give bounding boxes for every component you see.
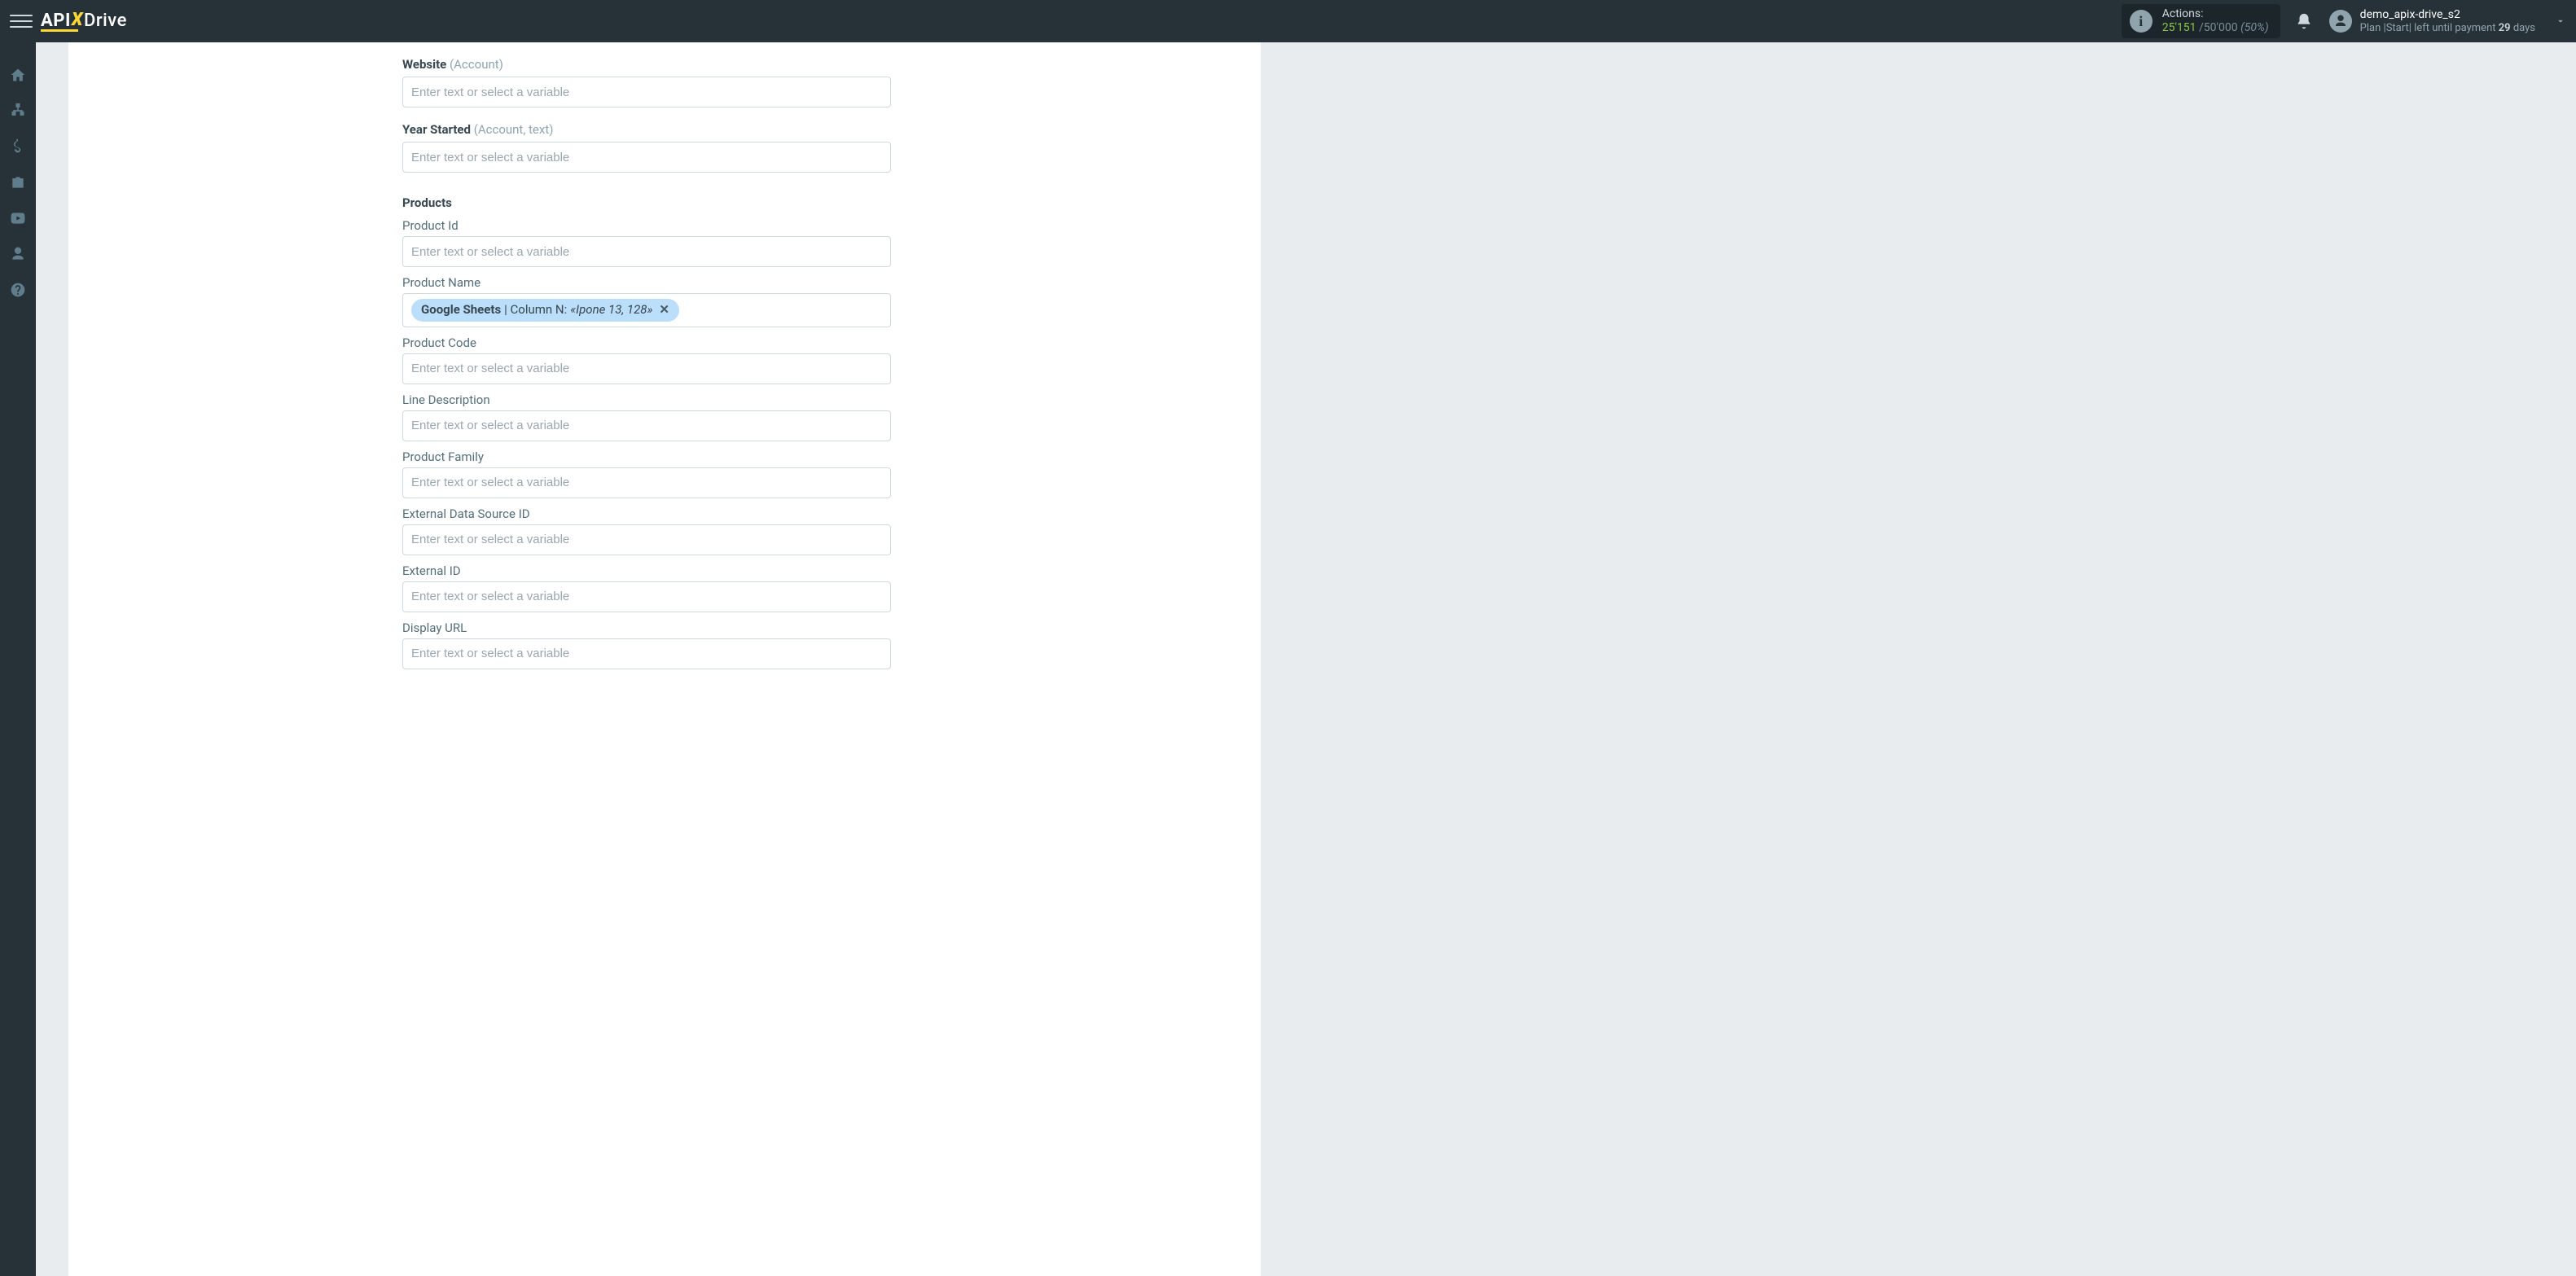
- variable-chip[interactable]: Google Sheets | Column N: «Ipone 13, 128…: [411, 299, 679, 322]
- subfield-label: External Data Source ID: [402, 506, 891, 521]
- field-label: Year Started (Account, text): [402, 122, 891, 137]
- dollar-icon: [10, 138, 26, 155]
- actions-label: Actions:: [2162, 7, 2269, 21]
- sidebar: [0, 42, 36, 1276]
- variable-input[interactable]: [402, 142, 891, 173]
- user-menu[interactable]: demo_apix-drive_s2 Plan |Start| left unt…: [2329, 8, 2566, 34]
- variable-input[interactable]: Google Sheets | Column N: «Ipone 13, 128…: [402, 293, 891, 327]
- variable-input[interactable]: [402, 77, 891, 107]
- subfield-label: Product Family: [402, 449, 891, 464]
- nav-videos[interactable]: [0, 200, 36, 236]
- variable-input[interactable]: [402, 638, 891, 669]
- actions-limit: 50'000: [2204, 21, 2238, 34]
- variable-text-input[interactable]: [411, 476, 882, 489]
- form-card: Website (Account) Year Started (Account, …: [68, 42, 1261, 1276]
- variable-input[interactable]: [402, 410, 891, 441]
- subfield-label: Product Id: [402, 218, 891, 233]
- chevron-down-icon: [2555, 15, 2566, 27]
- logo[interactable]: API X Drive: [41, 11, 127, 32]
- variable-text-input[interactable]: [411, 647, 882, 660]
- main-area: Website (Account) Year Started (Account, …: [36, 42, 2576, 1276]
- user-name: demo_apix-drive_s2: [2360, 8, 2535, 22]
- user-plan: Plan |Start| left until payment 29 days: [2360, 22, 2535, 35]
- user-icon: [10, 246, 26, 262]
- home-icon: [10, 67, 26, 83]
- notifications-icon[interactable]: [2295, 12, 2313, 30]
- subfield-label: External ID: [402, 563, 891, 578]
- subfield-label: Product Name: [402, 275, 891, 290]
- logo-text-api: API: [41, 11, 71, 31]
- variable-input[interactable]: [402, 467, 891, 498]
- logo-text-drive: Drive: [84, 11, 127, 31]
- menu-toggle-button[interactable]: [10, 10, 33, 33]
- products-section-title: Products: [402, 195, 891, 210]
- briefcase-icon: [10, 174, 26, 191]
- variable-text-input[interactable]: [411, 245, 882, 259]
- variable-text-input[interactable]: [411, 86, 882, 99]
- nav-account[interactable]: [0, 236, 36, 272]
- variable-input[interactable]: [402, 353, 891, 384]
- field-label: Website (Account): [402, 57, 891, 72]
- chip-remove-icon[interactable]: ✕: [656, 302, 673, 318]
- subfield-label: Display URL: [402, 620, 891, 635]
- variable-input[interactable]: [402, 236, 891, 267]
- subfield-label: Line Description: [402, 392, 891, 407]
- actions-used: 25'151: [2162, 21, 2196, 34]
- variable-input[interactable]: [402, 524, 891, 555]
- app-header: API X Drive i Actions: 25'151 /50'000 (5…: [0, 0, 2576, 42]
- nav-home[interactable]: [0, 57, 36, 93]
- youtube-icon: [10, 210, 26, 226]
- help-icon: [10, 282, 26, 298]
- actions-percent: (50%): [2240, 21, 2269, 34]
- nav-work[interactable]: [0, 164, 36, 200]
- variable-text-input[interactable]: [411, 533, 882, 546]
- actions-counter[interactable]: i Actions: 25'151 /50'000 (50%): [2122, 4, 2280, 38]
- variable-text-input[interactable]: [411, 151, 882, 164]
- logo-text-x: X: [72, 10, 83, 30]
- variable-input[interactable]: [402, 581, 891, 612]
- variable-text-input[interactable]: [411, 590, 882, 603]
- sitemap-icon: [10, 103, 26, 119]
- variable-text-input[interactable]: [411, 362, 882, 375]
- nav-connections[interactable]: [0, 93, 36, 129]
- variable-text-input[interactable]: [411, 419, 882, 432]
- subfield-label: Product Code: [402, 335, 891, 350]
- info-icon: i: [2130, 10, 2153, 33]
- avatar-icon: [2329, 10, 2352, 33]
- nav-billing[interactable]: [0, 129, 36, 164]
- nav-help[interactable]: [0, 272, 36, 308]
